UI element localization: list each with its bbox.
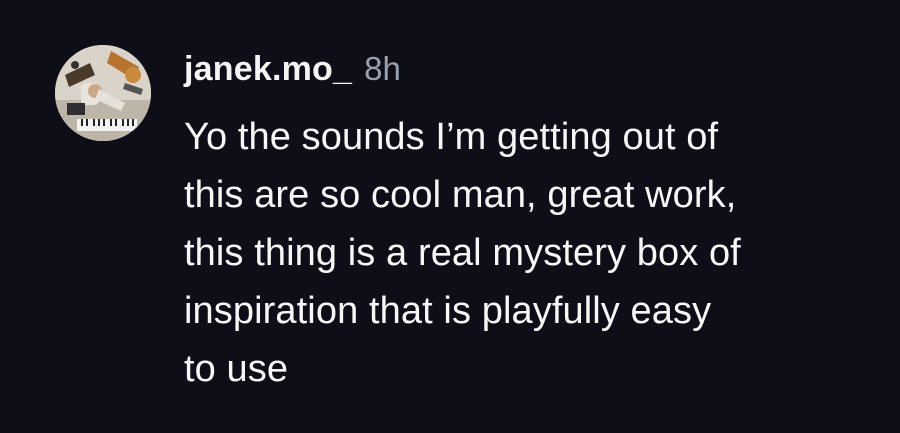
comment-header: janek.mo_ 8h (184, 50, 401, 94)
username[interactable]: janek.mo_ (184, 50, 352, 89)
timestamp: 8h (364, 50, 401, 87)
avatar-photo-icon (55, 45, 151, 141)
comment-text-line: this thing is a real mystery box of (184, 232, 741, 274)
avatar[interactable] (55, 45, 151, 141)
comment-text-line: this are so cool man, great work, (184, 174, 737, 216)
comment-text: Yo the sounds I’m getting out of this ar… (184, 108, 864, 398)
comment-text-line: inspiration that is playfully easy (184, 290, 712, 332)
comment: janek.mo_ 8h Yo the sounds I’m getting o… (0, 0, 900, 433)
comment-text-line: to use (184, 348, 289, 390)
comment-text-line: Yo the sounds I’m getting out of (184, 116, 719, 158)
